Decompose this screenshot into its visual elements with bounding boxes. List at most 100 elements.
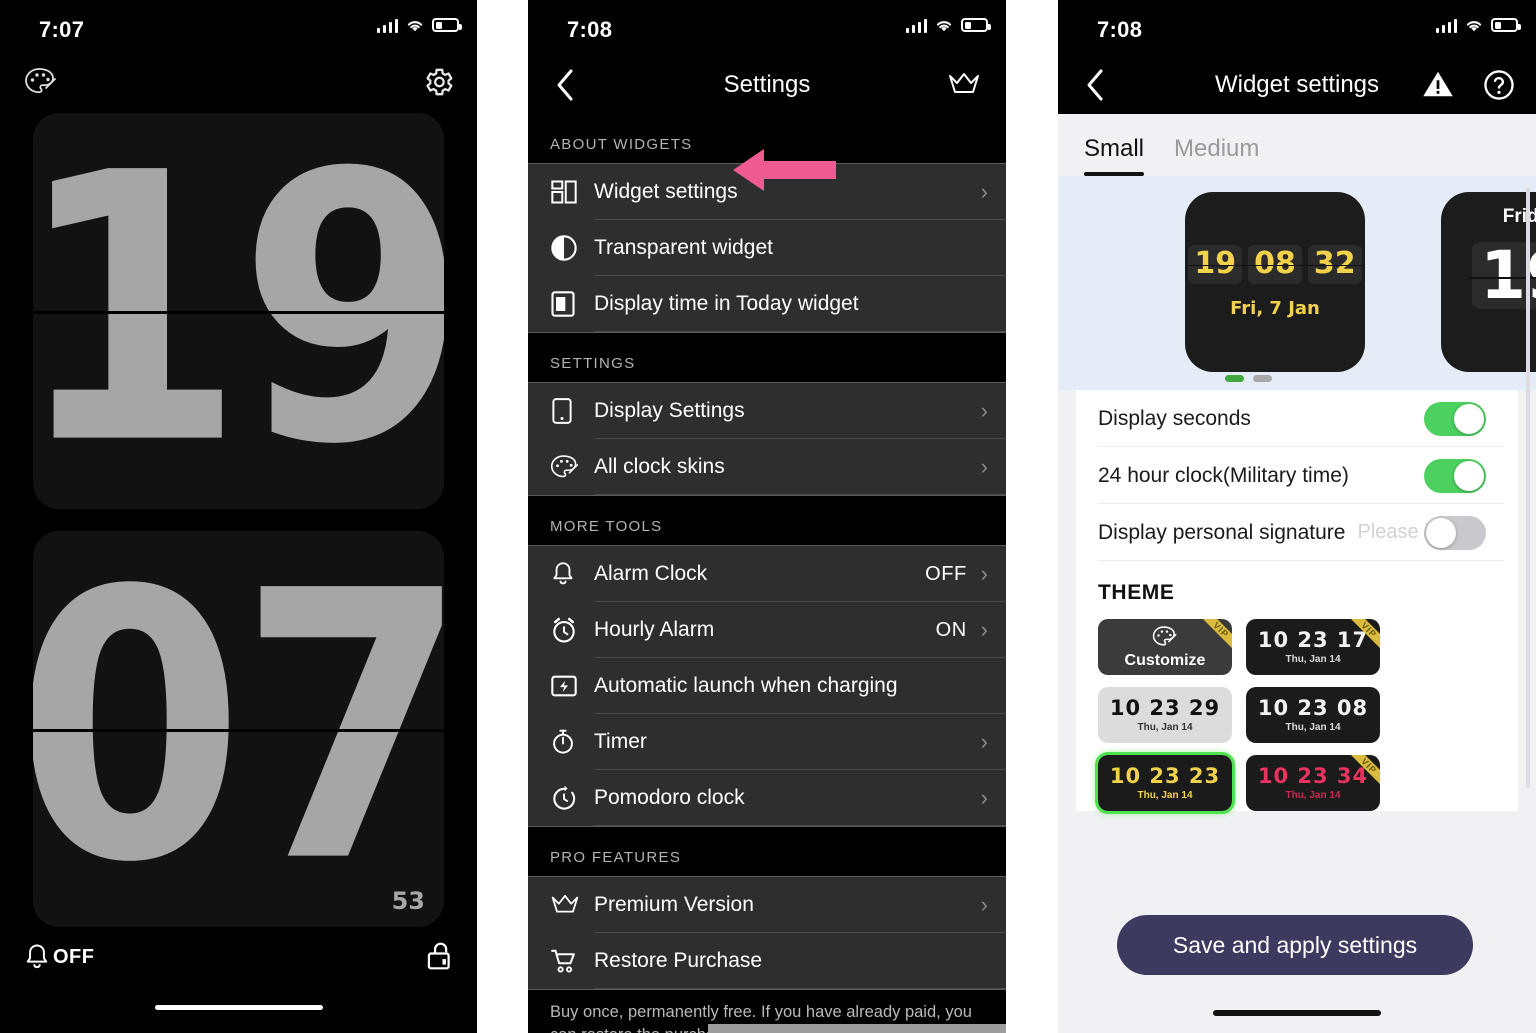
toggle-row-signature[interactable]: Display personal signature Please i...	[1076, 504, 1518, 561]
clock-bottom-bar: OFF	[0, 927, 477, 1027]
help-circle-icon[interactable]	[1483, 69, 1515, 106]
crown-icon[interactable]	[947, 70, 981, 105]
display-settings-row[interactable]: Display Settings ›	[528, 383, 1006, 439]
preview-date: Fri, 7 Jan	[1230, 298, 1320, 319]
swatch-date: Thu, Jan 14	[1285, 789, 1341, 801]
widget-preview-carousel[interactable]: 19 08 32 Fri, 7 Jan Frida 19	[1058, 176, 1536, 390]
alarm-clock-row[interactable]: Alarm Clock OFF ›	[528, 546, 1006, 602]
page-dot[interactable]	[1253, 375, 1272, 382]
status-indicators	[905, 17, 991, 33]
group-header: MORE TOOLS	[528, 496, 1006, 545]
toggle-row-24h[interactable]: 24 hour clock(Military time)	[1076, 447, 1518, 504]
save-and-apply-button[interactable]: Save and apply settings	[1117, 915, 1473, 975]
swatch-time: 10 23 34	[1257, 763, 1369, 788]
vertical-scrollbar[interactable]	[1526, 188, 1530, 788]
toggle-label: Display personal signature	[1098, 520, 1346, 544]
swatch-time: 10 23 23	[1109, 763, 1221, 788]
cart-icon	[550, 948, 594, 974]
preview-weekday: Frida	[1502, 206, 1536, 227]
display-seconds-toggle[interactable]	[1424, 401, 1486, 436]
auto-launch-row[interactable]: Automatic launch when charging	[528, 658, 1006, 714]
status-bar: 7:08	[528, 0, 1006, 57]
timer-row[interactable]: Timer ›	[528, 714, 1006, 770]
row-label: Premium Version	[594, 893, 754, 916]
chevron-right-icon: ›	[980, 617, 988, 642]
flip-card-minutes: 07 53	[33, 531, 444, 927]
status-time: 7:07	[39, 17, 85, 42]
redaction-bar	[708, 1024, 1006, 1033]
all-clock-skins-row[interactable]: All clock skins ›	[528, 439, 1006, 495]
military-time-toggle[interactable]	[1424, 458, 1486, 493]
settings-groups: ABOUT WIDGETS Widget settings › Transpar…	[528, 114, 1006, 1033]
hourly-alarm-row[interactable]: Hourly Alarm ON ›	[528, 602, 1006, 658]
charging-launch-icon	[550, 673, 594, 699]
alarm-clock-icon	[550, 616, 594, 644]
flip-clock: 19 07 53	[0, 113, 477, 927]
theme-swatch-dark-white-1[interactable]: 10 23 17 Thu, Jan 14 VIP	[1246, 619, 1380, 675]
swatch-label: Customize	[1124, 651, 1206, 669]
chevron-right-icon: ›	[980, 179, 988, 204]
status-indicators	[376, 17, 462, 33]
stopwatch-icon	[550, 728, 594, 756]
group-header: SETTINGS	[528, 333, 1006, 382]
palette-icon[interactable]	[24, 67, 58, 102]
status-time: 7:08	[1097, 17, 1143, 42]
theme-swatch-light[interactable]: 10 23 29 Thu, Jan 14	[1098, 687, 1232, 743]
swatch-date: Thu, Jan 14	[1137, 721, 1193, 733]
personal-signature-toggle[interactable]	[1424, 515, 1486, 550]
cellular-signal-icon	[905, 17, 927, 33]
nav-bar: Settings	[528, 57, 1006, 114]
panel-settings-list: 7:08 Settings ABOUT WIDGETS Widget setti…	[528, 0, 1006, 1033]
toggle-label: 24 hour clock(Military time)	[1098, 463, 1349, 487]
chevron-right-icon: ›	[980, 454, 988, 479]
bell-icon	[26, 944, 48, 969]
wifi-icon	[1466, 20, 1482, 31]
tab-small[interactable]: Small	[1084, 135, 1145, 176]
row-label: Display Settings	[594, 399, 745, 422]
settings-card: Display seconds 24 hour clock(Military t…	[1076, 390, 1518, 814]
swatch-date: Thu, Jan 14	[1285, 721, 1341, 733]
today-widget-row[interactable]: Display time in Today widget	[528, 276, 1006, 332]
row-value: ON	[935, 618, 967, 641]
flip-card-hours: 19	[33, 113, 444, 509]
lock-icon[interactable]	[425, 940, 455, 977]
alarm-status-button[interactable]: OFF	[23, 942, 95, 972]
swatch-time: 10 23 17	[1257, 627, 1369, 652]
swatch-date: Thu, Jan 14	[1285, 653, 1341, 665]
theme-swatch-dark-yellow-selected[interactable]: 10 23 23 Thu, Jan 14	[1095, 752, 1235, 814]
premium-version-row[interactable]: Premium Version ›	[528, 877, 1006, 933]
vip-badge: VIP	[1197, 619, 1232, 654]
battery-icon	[1491, 18, 1521, 32]
nav-bar: Widget settings	[1058, 57, 1536, 114]
preview-flip-digits: 19 08 32	[1186, 245, 1364, 284]
pomodoro-icon	[550, 784, 594, 812]
chevron-right-icon: ›	[980, 729, 988, 754]
restore-purchase-row[interactable]: Restore Purchase	[528, 933, 1006, 989]
toggle-row-display-seconds[interactable]: Display seconds	[1076, 390, 1518, 447]
seconds-badge: 53	[391, 887, 425, 915]
page-title: Settings	[723, 71, 811, 98]
row-label: Pomodoro clock	[594, 786, 745, 809]
pomodoro-clock-row[interactable]: Pomodoro clock ›	[528, 770, 1006, 826]
warning-triangle-icon[interactable]	[1422, 69, 1454, 104]
widget-settings-row[interactable]: Widget settings ›	[528, 164, 1006, 220]
alarm-status-label: OFF	[53, 945, 95, 968]
preview-hours: 19	[1188, 245, 1243, 284]
gear-icon[interactable]	[421, 65, 455, 104]
carousel-page-dots[interactable]	[1225, 375, 1272, 382]
transparent-widget-row[interactable]: Transparent widget	[528, 220, 1006, 276]
row-label: Alarm Clock	[594, 562, 708, 585]
theme-swatch-dark-white-2[interactable]: 10 23 08 Thu, Jan 14	[1246, 687, 1380, 743]
page-dot-active[interactable]	[1225, 375, 1244, 382]
panel-flip-clock-home: 7:07 19 07 53 OFF	[0, 0, 477, 1033]
flip-hinge	[33, 729, 444, 732]
status-time: 7:08	[567, 17, 613, 42]
battery-icon	[961, 18, 991, 32]
widget-preview-next[interactable]: Frida 19	[1441, 192, 1536, 372]
widget-preview-small[interactable]: 19 08 32 Fri, 7 Jan	[1185, 192, 1365, 372]
tab-medium[interactable]: Medium	[1174, 135, 1259, 176]
three-panel-screenshot: 7:07 19 07 53 OFF 7:08 Settings ABOUT WI…	[0, 0, 1536, 1033]
theme-swatch-dark-red[interactable]: 10 23 34 Thu, Jan 14 VIP	[1246, 755, 1380, 811]
theme-swatch-customize[interactable]: Customize VIP	[1098, 619, 1232, 675]
row-label: Timer	[594, 730, 647, 753]
